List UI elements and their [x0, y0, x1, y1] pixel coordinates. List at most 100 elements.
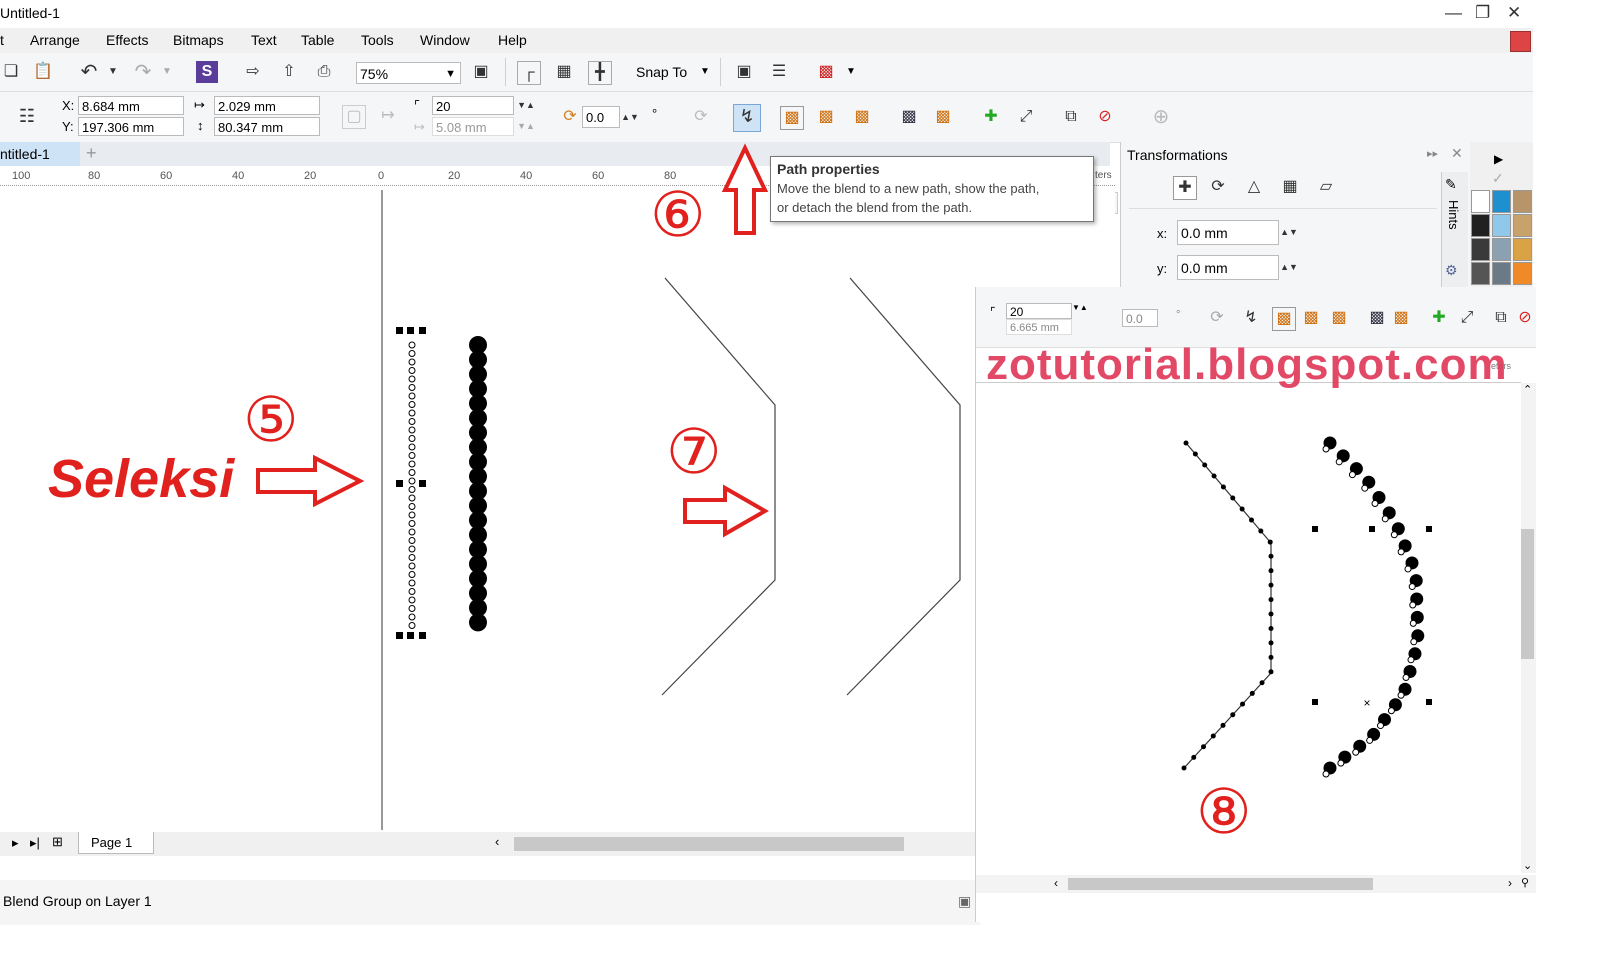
color-swatch[interactable] [1492, 214, 1511, 237]
scale-mirror-icon[interactable]: △ [1243, 176, 1265, 198]
snapshot-icon[interactable]: ▣ [958, 893, 971, 910]
redo-icon[interactable]: ↷ [132, 61, 154, 83]
menu-effects[interactable]: Effects [106, 32, 149, 48]
snap-to-button[interactable]: Snap To [636, 64, 687, 80]
color-swatch[interactable] [1492, 190, 1511, 213]
menu-bitmaps[interactable]: Bitmaps [173, 32, 224, 48]
menu-table[interactable]: Table [301, 32, 334, 48]
blend-spacing-field[interactable]: 5.08 mm [432, 117, 514, 136]
inset-scroll-down-icon[interactable]: ⌄ [1523, 859, 1532, 872]
inset-scroll-up-icon[interactable]: ⌃ [1523, 383, 1532, 396]
user-icon[interactable] [1510, 31, 1531, 52]
color-swatch[interactable] [1471, 262, 1490, 285]
scroll-left-icon[interactable]: ‹ [495, 834, 499, 849]
y-spinner-icon[interactable]: ▲▼ [1279, 256, 1299, 278]
export-icon[interactable]: ⇧ [278, 61, 300, 83]
snap-dropdown-icon[interactable]: ▼ [700, 66, 710, 77]
search-content-icon[interactable]: S [196, 61, 218, 83]
undo-dropdown-icon[interactable]: ▼ [102, 61, 124, 83]
clear-blend-icon[interactable]: ⊘ [1094, 106, 1116, 128]
color-swatch[interactable] [1513, 190, 1532, 213]
inset-steps-spinner-icon[interactable]: ▼▲ [1072, 303, 1088, 312]
import-icon[interactable]: ⇨ [242, 61, 264, 83]
eyedropper-icon[interactable]: ✓ [1492, 170, 1504, 187]
document-tab[interactable]: ntitled-1 [0, 142, 80, 166]
page-tab[interactable]: Page 1 [78, 832, 154, 854]
inset-zoom-icon[interactable]: ⚲ [1521, 876, 1529, 889]
color-swatch[interactable] [1513, 214, 1532, 237]
inset-clockwise-icon[interactable]: ▩ [1300, 307, 1322, 329]
skew-icon[interactable]: ▱ [1315, 176, 1337, 198]
color-swatch[interactable] [1513, 262, 1532, 285]
add-document-icon[interactable]: + [86, 143, 97, 164]
show-guidelines-icon[interactable]: ╋ [588, 61, 612, 85]
inset-vertical-scrollbar[interactable]: ⌃ ⌄ [1521, 383, 1536, 873]
copy-icon[interactable]: ❏ [0, 61, 22, 83]
inset-spacing-field[interactable]: 6.665 mm [1006, 319, 1072, 335]
preset-icon[interactable]: ▢ [342, 105, 366, 129]
more-blend-options-icon[interactable]: ✚ [980, 106, 1002, 128]
offset-icon[interactable]: ↦ [377, 105, 399, 127]
last-page-icon[interactable]: ▸| [30, 835, 40, 851]
inset-steps-field[interactable]: 20 [1006, 303, 1072, 319]
options-icon[interactable]: ☰ [768, 61, 790, 83]
inset-start-end-icon[interactable]: ⤢ [1456, 307, 1478, 329]
inset-counterclockwise-icon[interactable]: ▩ [1328, 307, 1350, 329]
inset-direct-blend-icon[interactable]: ▩ [1272, 307, 1296, 331]
full-screen-preview-icon[interactable]: ▣ [470, 61, 492, 83]
zoom-level-select[interactable]: 75% ▼ [356, 62, 461, 84]
color-swatch[interactable] [1492, 262, 1511, 285]
undo-icon[interactable]: ↶ [78, 61, 100, 83]
launcher-dropdown-icon[interactable]: ▼ [846, 66, 856, 77]
y-transform-field[interactable]: 0.0 mm [1177, 255, 1279, 280]
width-field[interactable]: 2.029 mm [214, 96, 320, 115]
blend-direction-field[interactable]: 0.0 [582, 106, 620, 128]
menu-help[interactable]: Help [498, 32, 527, 48]
inset-path-properties-icon[interactable]: ↯ [1240, 307, 1262, 329]
paste-icon[interactable]: 📋 [32, 61, 54, 83]
hints-tab[interactable]: ✎ Hints ⚙ [1441, 172, 1468, 287]
inset-direction-field[interactable]: 0.0 [1122, 309, 1158, 327]
object-origin-icon[interactable]: ☷ [16, 105, 38, 127]
menu-text[interactable]: Text [251, 32, 277, 48]
expand-docker-icon[interactable]: ▸▸ [1427, 147, 1438, 160]
inset-clear-blend-icon[interactable]: ⊘ [1514, 307, 1536, 329]
inset-loop-blend-icon[interactable]: ⟳ [1206, 307, 1228, 329]
menu-layout[interactable]: t [0, 32, 4, 48]
horizontal-scrollbar[interactable] [514, 837, 904, 851]
application-launcher-icon[interactable]: ▩ [815, 61, 837, 83]
loop-blend-icon[interactable]: ⟳ [690, 106, 712, 128]
inset-h-scroll-thumb[interactable] [1068, 878, 1373, 890]
rotate-icon[interactable]: ⟳ [1207, 176, 1229, 198]
inset-copy-props-icon[interactable]: ⧉ [1490, 307, 1512, 329]
minimize-icon[interactable]: — [1445, 3, 1462, 23]
counterclockwise-blend-icon[interactable]: ▩ [851, 106, 873, 128]
start-end-properties-icon[interactable]: ⤢ [1015, 106, 1037, 128]
add-preset-icon[interactable]: ⊕ [1150, 106, 1172, 128]
spacing-spinner-icon[interactable]: ▼▲ [514, 117, 538, 136]
x-transform-field[interactable]: 0.0 mm [1177, 220, 1279, 245]
y-position-field[interactable]: 197.306 mm [78, 117, 184, 136]
next-page-icon[interactable]: ▸ [12, 835, 19, 851]
x-spinner-icon[interactable]: ▲▼ [1279, 221, 1299, 243]
clockwise-blend-icon[interactable]: ▩ [815, 106, 837, 128]
copy-blend-properties-icon[interactable]: ⧉ [1060, 106, 1082, 128]
blend-steps-field[interactable]: 20 [432, 96, 514, 115]
restore-icon[interactable]: ❐ [1475, 3, 1490, 23]
menu-window[interactable]: Window [420, 32, 470, 48]
inset-color-accel-icon[interactable]: ▩ [1390, 307, 1412, 329]
show-grid-icon[interactable]: ▦ [553, 61, 575, 83]
x-position-field[interactable]: 8.684 mm [78, 96, 184, 115]
close-docker-icon[interactable]: ✕ [1451, 145, 1463, 162]
color-swatch[interactable] [1492, 238, 1511, 261]
color-swatch[interactable] [1513, 238, 1532, 261]
color-swatch[interactable] [1471, 238, 1490, 261]
add-page-icon[interactable]: ⊞ [52, 834, 63, 850]
palette-menu-icon[interactable]: ▶ [1494, 152, 1503, 166]
menu-arrange[interactable]: Arrange [30, 32, 80, 48]
redo-dropdown-icon[interactable]: ▼ [156, 61, 178, 83]
publish-pdf-icon[interactable]: ⎙ [313, 61, 335, 83]
inset-scroll-left-icon[interactable]: ‹ [1054, 876, 1058, 890]
menu-tools[interactable]: Tools [361, 32, 394, 48]
drawing-canvas[interactable] [0, 190, 1115, 830]
